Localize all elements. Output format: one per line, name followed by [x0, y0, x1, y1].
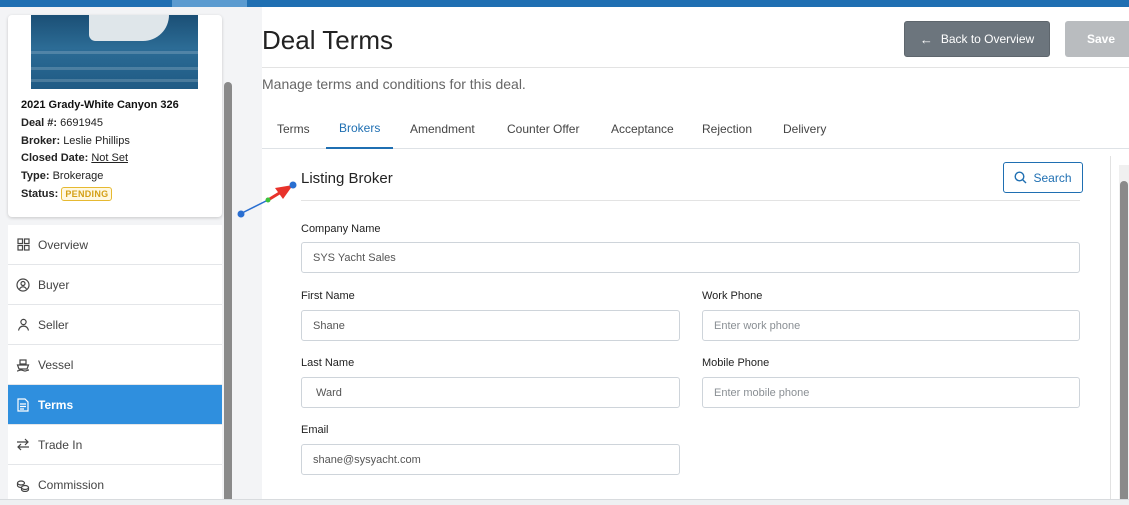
boat-name: 2021 Grady-White Canyon 326	[21, 99, 179, 111]
email-field[interactable]	[301, 444, 680, 475]
sidebar-item-terms[interactable]: Terms	[8, 385, 222, 425]
document-icon	[16, 397, 30, 412]
work-phone-field[interactable]	[702, 310, 1080, 341]
sidebar-item-label: Seller	[38, 317, 69, 332]
tab-delivery[interactable]: Delivery	[783, 108, 826, 149]
tab-acceptance[interactable]: Acceptance	[611, 108, 674, 149]
save-button[interactable]: Save	[1065, 21, 1129, 57]
company-name-label: Company Name	[301, 223, 381, 235]
sidebar-item-label: Commission	[38, 477, 105, 492]
page-subtitle: Manage terms and conditions for this dea…	[262, 76, 526, 92]
deal-type: Brokerage	[52, 170, 104, 182]
deal-number: 6691945	[60, 117, 103, 129]
main-scrollbar[interactable]	[1119, 165, 1129, 505]
back-button-label: Back to Overview	[940, 32, 1035, 46]
sidebar-item-label: Vessel	[38, 357, 74, 372]
search-button-label: Search	[1033, 170, 1072, 185]
tab-rejection[interactable]: Rejection	[702, 108, 752, 149]
section-title: Listing Broker	[301, 170, 393, 187]
search-button[interactable]: Search	[1003, 162, 1083, 193]
section-divider	[301, 200, 1080, 201]
arrow-left-icon: ←	[919, 31, 933, 47]
deal-number-row: Deal #: 6691945	[21, 117, 103, 129]
bottom-strip	[0, 499, 1129, 505]
type-row: Type: Brokerage	[21, 170, 104, 182]
left-panel: 2021 Grady-White Canyon 326 Deal #: 6691…	[0, 7, 233, 505]
last-name-field[interactable]	[301, 377, 680, 408]
work-phone-label: Work Phone	[702, 290, 763, 302]
tab-counter-offer[interactable]: Counter Offer	[507, 108, 579, 149]
first-name-label: First Name	[301, 290, 355, 302]
sidebar-item-label: Buyer	[38, 277, 70, 292]
broker-row: Broker: Leslie Phillips	[21, 135, 130, 147]
user-circle-icon	[16, 277, 30, 292]
browser-top-bar	[0, 0, 1129, 7]
coins-icon	[16, 478, 30, 492]
tab-bar: Terms Brokers Amendment Counter Offer Ac…	[262, 108, 1129, 149]
search-icon	[1014, 171, 1027, 184]
main-content: Deal Terms ← Back to Overview Save Manag…	[262, 7, 1129, 505]
listing-broker-section: Listing Broker Search Company Name First…	[269, 156, 1111, 505]
sidebar-item-seller[interactable]: Seller	[8, 305, 222, 345]
company-name-field[interactable]	[301, 242, 1080, 273]
swap-icon	[16, 438, 30, 452]
back-to-overview-button[interactable]: ← Back to Overview	[904, 21, 1050, 57]
closed-date-row: Closed Date: Not Set	[21, 152, 128, 164]
main-area: Deal Terms ← Back to Overview Save Manag…	[233, 7, 1129, 505]
sidebar-item-buyer[interactable]: Buyer	[8, 265, 222, 305]
closed-date-link[interactable]: Not Set	[91, 152, 128, 164]
first-name-field[interactable]	[301, 310, 680, 341]
sidebar-item-vessel[interactable]: Vessel	[8, 345, 222, 385]
user-icon	[16, 318, 30, 332]
mobile-phone-label: Mobile Phone	[702, 357, 770, 369]
tab-brokers[interactable]: Brokers	[326, 108, 394, 149]
status-row: Status: PENDING	[21, 187, 113, 201]
main-scrollbar-thumb[interactable]	[1120, 181, 1128, 505]
mobile-phone-field[interactable]	[702, 377, 1080, 408]
sidebar-item-overview[interactable]: Overview	[8, 225, 222, 265]
title-divider	[262, 67, 1129, 68]
email-label: Email	[301, 424, 329, 436]
sidebar-item-label: Overview	[38, 237, 89, 252]
sidebar-item-label: Terms	[38, 397, 74, 412]
deal-summary-card: 2021 Grady-White Canyon 326 Deal #: 6691…	[8, 15, 222, 217]
top-bar-highlight	[172, 0, 247, 7]
tab-terms[interactable]: Terms	[277, 108, 310, 149]
ship-icon	[16, 358, 30, 372]
tab-amendment[interactable]: Amendment	[410, 108, 475, 149]
broker-name: Leslie Phillips	[63, 135, 130, 147]
sidebar-item-label: Trade In	[38, 437, 83, 452]
page-title: Deal Terms	[262, 25, 394, 55]
boat-image	[31, 15, 198, 89]
status-badge: PENDING	[61, 187, 113, 201]
left-scrollbar[interactable]	[224, 82, 232, 505]
sidebar-nav: Overview Buyer Seller Vessel Terms Trade…	[8, 225, 222, 505]
sidebar-item-trade-in[interactable]: Trade In	[8, 425, 222, 465]
grid-icon	[16, 238, 30, 252]
last-name-label: Last Name	[301, 357, 355, 369]
